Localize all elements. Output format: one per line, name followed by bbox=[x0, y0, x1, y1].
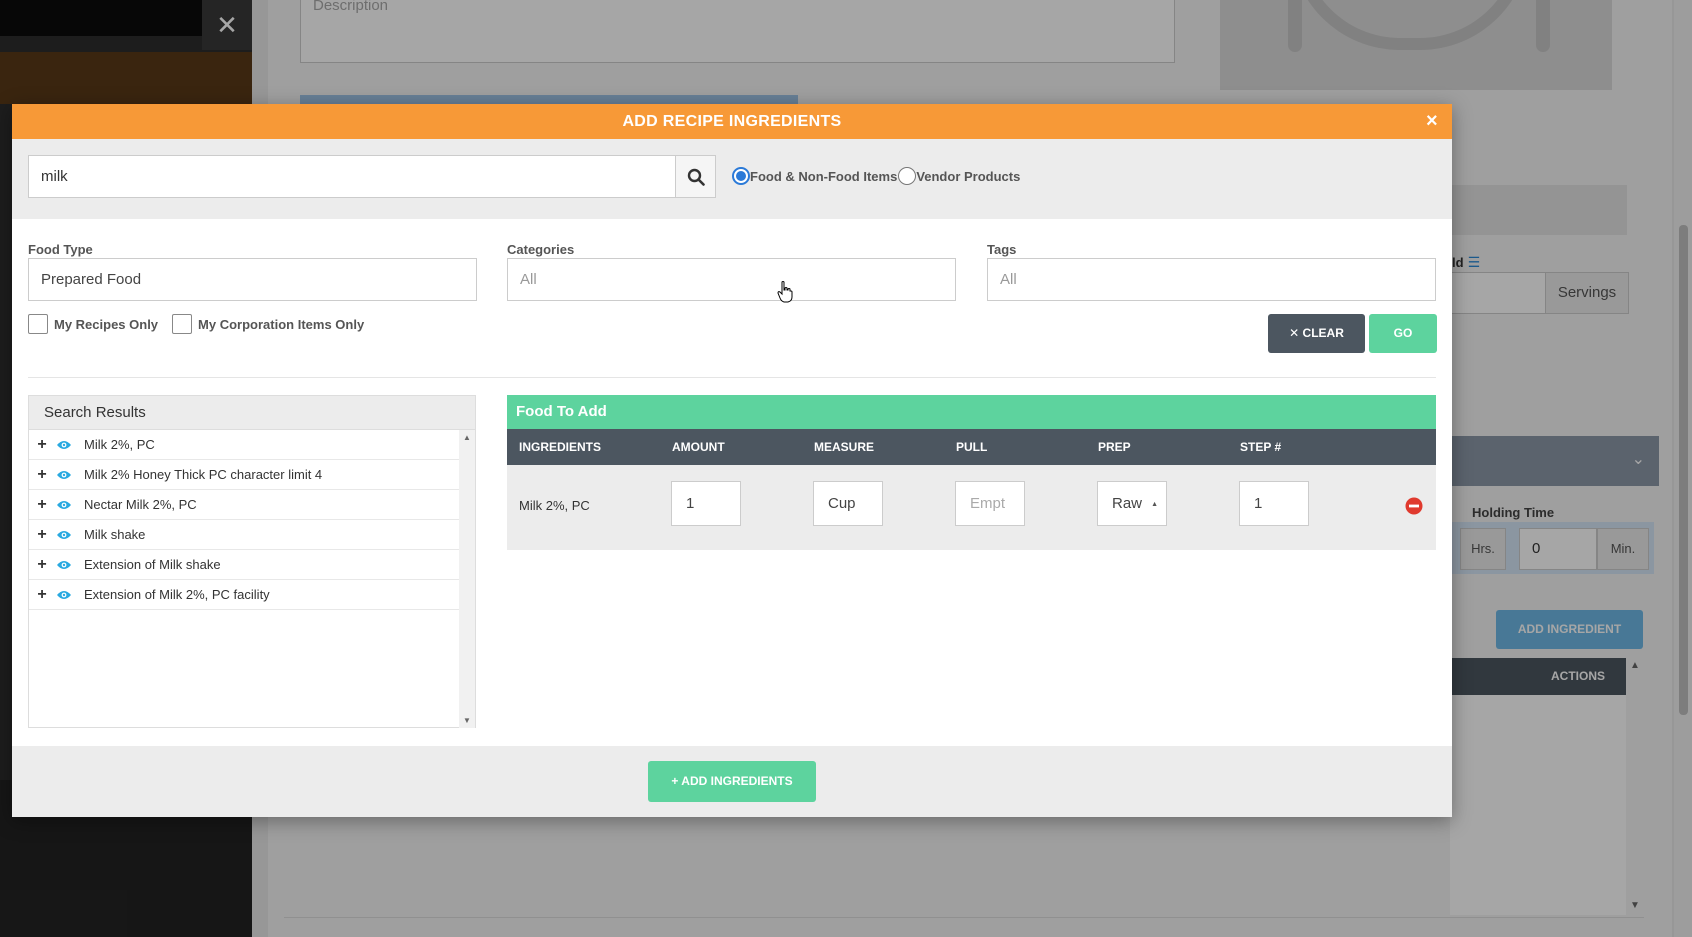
food-type-label: Food Type bbox=[28, 242, 93, 257]
list-item[interactable]: + Milk shake bbox=[29, 520, 461, 550]
add-plus-icon[interactable]: + bbox=[32, 466, 52, 484]
radio-vendor-products[interactable] bbox=[898, 167, 917, 185]
search-input[interactable] bbox=[28, 155, 676, 198]
my-corporation-label: My Corporation Items Only bbox=[198, 316, 365, 332]
list-item[interactable]: + Nectar Milk 2%, PC bbox=[29, 490, 461, 520]
search-button[interactable] bbox=[675, 155, 716, 198]
add-plus-icon[interactable]: + bbox=[32, 526, 52, 544]
step-input[interactable]: 1 bbox=[1239, 481, 1309, 526]
pointer-cursor-icon bbox=[777, 281, 793, 303]
search-results-title: Search Results bbox=[29, 396, 475, 430]
measure-input[interactable]: Cup bbox=[813, 481, 883, 526]
add-ingredients-button[interactable]: + ADD INGREDIENTS bbox=[648, 761, 816, 802]
modal-footer: + ADD INGREDIENTS bbox=[12, 746, 1452, 817]
categories-select[interactable]: All bbox=[507, 258, 956, 301]
close-icon[interactable]: × bbox=[1420, 104, 1444, 139]
tags-select[interactable]: All bbox=[987, 258, 1436, 301]
eye-icon[interactable] bbox=[56, 499, 72, 511]
my-recipes-label: My Recipes Only bbox=[54, 316, 159, 332]
add-plus-icon[interactable]: + bbox=[32, 436, 52, 454]
categories-label: Categories bbox=[507, 242, 575, 257]
remove-icon[interactable] bbox=[1405, 497, 1423, 515]
search-results-panel: Search Results + Milk 2%, PC + Milk 2% H… bbox=[28, 395, 476, 728]
result-label: Nectar Milk 2%, PC bbox=[84, 497, 197, 512]
result-label: Extension of Milk shake bbox=[84, 557, 221, 572]
search-band: Food & Non-Food Items Vendor Products bbox=[12, 139, 1452, 219]
results-scrollbar[interactable]: ▲ ▼ bbox=[459, 430, 475, 728]
add-plus-icon[interactable]: + bbox=[32, 586, 52, 604]
column-header-ingredients: INGREDIENTS bbox=[519, 440, 602, 454]
search-results-list: + Milk 2%, PC + Milk 2% Honey Thick PC c… bbox=[29, 430, 461, 610]
scroll-up-icon[interactable]: ▲ bbox=[463, 433, 471, 442]
add-plus-icon[interactable]: + bbox=[32, 496, 52, 514]
ingredient-name: Milk 2%, PC bbox=[519, 498, 590, 513]
column-header-pull: PULL bbox=[956, 440, 988, 454]
column-header-step: STEP # bbox=[1240, 440, 1282, 454]
radio-food-nonfood-label: Food & Non-Food Items bbox=[750, 168, 898, 184]
list-item[interactable]: + Extension of Milk 2%, PC facility bbox=[29, 580, 461, 610]
go-button[interactable]: GO bbox=[1369, 314, 1437, 353]
column-header-measure: MEASURE bbox=[814, 440, 875, 454]
search-icon bbox=[687, 168, 705, 186]
result-label: Milk 2%, PC bbox=[84, 437, 155, 452]
food-to-add-title: Food To Add bbox=[507, 395, 1436, 429]
list-item[interactable]: + Milk 2%, PC bbox=[29, 430, 461, 460]
clear-button[interactable]: ✕ CLEAR bbox=[1268, 314, 1365, 353]
my-corporation-checkbox[interactable] bbox=[172, 314, 193, 334]
eye-icon[interactable] bbox=[56, 559, 72, 571]
tags-label: Tags bbox=[987, 242, 1017, 257]
eye-icon[interactable] bbox=[56, 589, 72, 601]
clear-icon: ✕ bbox=[1289, 326, 1300, 340]
food-table-header: INGREDIENTS AMOUNT MEASURE PULL PREP STE… bbox=[507, 429, 1436, 465]
add-ingredients-label: ADD INGREDIENTS bbox=[681, 774, 793, 788]
eye-icon[interactable] bbox=[56, 469, 72, 481]
modal-title: ADD RECIPE INGREDIENTS bbox=[622, 113, 842, 130]
prep-select[interactable]: Raw bbox=[1097, 481, 1167, 526]
list-item[interactable]: + Extension of Milk shake bbox=[29, 550, 461, 580]
result-label: Extension of Milk 2%, PC facility bbox=[84, 587, 270, 602]
scroll-down-icon[interactable]: ▼ bbox=[463, 716, 471, 725]
add-recipe-ingredients-modal: ADD RECIPE INGREDIENTS × Food & Non-Food… bbox=[12, 104, 1452, 817]
column-header-prep: PREP bbox=[1098, 440, 1131, 454]
my-recipes-checkbox[interactable] bbox=[28, 314, 48, 334]
modal-header: ADD RECIPE INGREDIENTS × bbox=[12, 104, 1452, 139]
item-source-radio-group: Food & Non-Food Items Vendor Products bbox=[732, 167, 1020, 185]
add-plus-icon[interactable]: + bbox=[32, 556, 52, 574]
radio-vendor-products-label: Vendor Products bbox=[916, 168, 1021, 184]
table-row: Milk 2%, PC 1 Cup Empt Raw 1 bbox=[507, 465, 1436, 550]
food-type-select[interactable]: Prepared Food bbox=[28, 258, 477, 301]
plus-icon: + bbox=[671, 774, 679, 788]
pull-input[interactable]: Empt bbox=[955, 481, 1025, 526]
eye-icon[interactable] bbox=[56, 529, 72, 541]
food-to-add-panel: Food To Add INGREDIENTS AMOUNT MEASURE P… bbox=[507, 395, 1436, 550]
list-item[interactable]: + Milk 2% Honey Thick PC character limit… bbox=[29, 460, 461, 490]
clear-label: CLEAR bbox=[1302, 326, 1344, 340]
result-label: Milk shake bbox=[84, 527, 146, 542]
amount-input[interactable]: 1 bbox=[671, 481, 741, 526]
eye-icon[interactable] bbox=[56, 439, 72, 451]
filter-checkboxes: My Recipes Only My Corporation Items Onl… bbox=[28, 314, 364, 334]
radio-food-nonfood[interactable] bbox=[732, 167, 750, 185]
result-label: Milk 2% Honey Thick PC character limit 4 bbox=[84, 467, 323, 482]
column-header-amount: AMOUNT bbox=[672, 440, 725, 454]
section-divider bbox=[28, 377, 1436, 378]
